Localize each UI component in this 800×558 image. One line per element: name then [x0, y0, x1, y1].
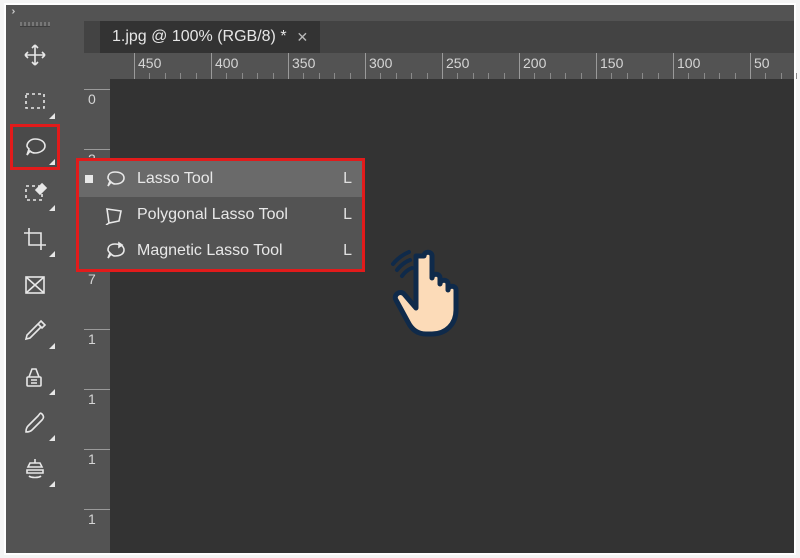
flyout-item-shortcut: L — [343, 242, 352, 260]
flyout-indicator-icon — [49, 251, 55, 257]
selected-indicator-icon — [85, 175, 93, 183]
tools-panel — [6, 18, 64, 553]
flyout-item-shortcut: L — [343, 206, 352, 224]
ruler-tick-label: 250 — [446, 55, 469, 71]
panel-collapse-strip[interactable]: ›› — [6, 5, 794, 18]
ruler-tick-label: 7 — [88, 271, 96, 287]
move-tool[interactable] — [12, 34, 58, 76]
flyout-item-label: Lasso Tool — [137, 170, 333, 188]
ruler-tick: 1 — [84, 509, 110, 510]
close-tab-icon[interactable]: ✕ — [297, 29, 309, 46]
poly-lasso-icon — [103, 205, 127, 225]
vertical-ruler[interactable]: 02571111 — [84, 79, 111, 553]
flyout-indicator-icon — [49, 113, 55, 119]
ruler-tick-label: 1 — [88, 511, 96, 527]
flyout-item-poly-lasso[interactable]: Polygonal Lasso Tool L — [79, 197, 362, 233]
ruler-tick-label: 50 — [754, 55, 770, 71]
eyedropper-tool[interactable] — [12, 310, 58, 352]
ruler-tick: 200 — [519, 53, 520, 79]
ruler-tick: 0 — [84, 89, 110, 90]
app-window: ›› — [4, 3, 796, 555]
crop-tool[interactable] — [12, 218, 58, 260]
ruler-tick-label: 450 — [138, 55, 161, 71]
magic-wand-tool[interactable] — [12, 172, 58, 214]
ruler-tick-label: 400 — [215, 55, 238, 71]
ruler-tick-label: 100 — [677, 55, 700, 71]
lasso-tool-flyout: Lasso ToolLPolygonal Lasso ToolLMagnetic… — [79, 161, 362, 269]
flyout-indicator-icon — [49, 481, 55, 487]
ruler-tick: 50 — [750, 53, 751, 79]
ruler-tick: 300 — [365, 53, 366, 79]
document-tab-title: 1.jpg @ 100% (RGB/8) * — [112, 28, 287, 46]
document-tab-bar: 1.jpg @ 100% (RGB/8) * ✕ — [84, 21, 794, 53]
flyout-item-label: Magnetic Lasso Tool — [137, 242, 333, 260]
ruler-tick-label: 0 — [88, 91, 96, 107]
lasso-tool[interactable] — [12, 126, 58, 168]
ruler-tick-label: 150 — [600, 55, 623, 71]
healing-brush-tool[interactable] — [12, 356, 58, 398]
ruler-tick-label: 1 — [88, 391, 96, 407]
ruler-tick: 7 — [84, 269, 110, 270]
ruler-tick-label: 200 — [523, 55, 546, 71]
ruler-tick: 450 — [134, 53, 135, 79]
flyout-item-label: Polygonal Lasso Tool — [137, 206, 333, 224]
clone-stamp-tool[interactable] — [12, 448, 58, 490]
flyout-item-shortcut: L — [343, 170, 352, 188]
ruler-tick-label: 1 — [88, 331, 96, 347]
flyout-item-mag-lasso[interactable]: Magnetic Lasso Tool L — [79, 233, 362, 269]
ruler-tick-label: 300 — [369, 55, 392, 71]
flyout-indicator-icon — [49, 205, 55, 211]
ruler-tick: 150 — [596, 53, 597, 79]
ruler-tick-label: 1 — [88, 451, 96, 467]
rectangular-marquee-tool[interactable] — [12, 80, 58, 122]
horizontal-ruler[interactable]: 450 400 350 300 250 200 150 100 50 — [84, 53, 794, 80]
ruler-tick: 1 — [84, 389, 110, 390]
flyout-item-lasso[interactable]: Lasso Tool L — [79, 161, 362, 197]
ruler-tick: 1 — [84, 329, 110, 330]
ruler-tick-label: 350 — [292, 55, 315, 71]
canvas[interactable] — [110, 79, 794, 553]
brush-tool[interactable] — [12, 402, 58, 444]
mag-lasso-icon — [103, 241, 127, 261]
ruler-tick: 400 — [211, 53, 212, 79]
flyout-indicator-icon — [49, 389, 55, 395]
lasso-icon — [103, 169, 127, 189]
flyout-indicator-icon — [49, 343, 55, 349]
ruler-tick: 2 — [84, 149, 110, 150]
ruler-tick: 1 — [84, 449, 110, 450]
panel-grip[interactable] — [6, 18, 64, 30]
ruler-tick: 250 — [442, 53, 443, 79]
document-tab[interactable]: 1.jpg @ 100% (RGB/8) * ✕ — [100, 21, 320, 53]
ruler-tick: 350 — [288, 53, 289, 79]
frame-tool[interactable] — [12, 264, 58, 306]
flyout-indicator-icon — [49, 159, 55, 165]
ruler-tick: 100 — [673, 53, 674, 79]
flyout-indicator-icon — [49, 435, 55, 441]
